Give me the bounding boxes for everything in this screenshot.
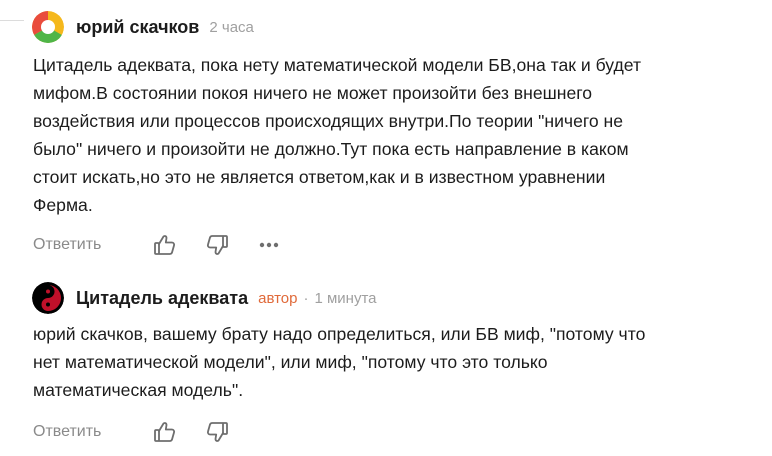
meta-separator: · xyxy=(303,289,309,307)
comment-text: юрий скачков, вашему брату надо определи… xyxy=(33,324,646,400)
comment-header: юрий скачков 2 часа xyxy=(32,10,254,44)
comment-header: Цитадель адеквата автор · 1 минута xyxy=(32,281,377,315)
comment-author[interactable]: Цитадель адеквата xyxy=(76,288,248,309)
comment-author[interactable]: юрий скачков xyxy=(76,17,199,38)
comment-actions: Ответить xyxy=(33,418,255,446)
comment-time: 1 минута xyxy=(314,289,377,307)
comment-time: 2 часа xyxy=(209,18,254,36)
comment-text: Цитадель адеквата, пока нету математичес… xyxy=(33,55,642,215)
yin-yang-avatar-icon[interactable] xyxy=(32,282,64,314)
thread-connector-line xyxy=(0,0,24,21)
thumbs-down-icon[interactable] xyxy=(203,231,231,259)
reply-button[interactable]: Ответить xyxy=(33,423,151,441)
comment-actions: Ответить xyxy=(33,231,307,259)
thumbs-down-icon[interactable] xyxy=(203,418,231,446)
thumbs-up-icon[interactable] xyxy=(151,418,179,446)
comments-thread: юрий скачков 2 часа Цитадель адеквата, п… xyxy=(0,0,772,456)
thumbs-up-icon[interactable] xyxy=(151,231,179,259)
reply-button[interactable]: Ответить xyxy=(33,236,151,254)
more-dots-icon[interactable] xyxy=(255,231,283,259)
pie-avatar-icon[interactable] xyxy=(32,11,64,43)
author-badge: автор xyxy=(258,289,298,307)
